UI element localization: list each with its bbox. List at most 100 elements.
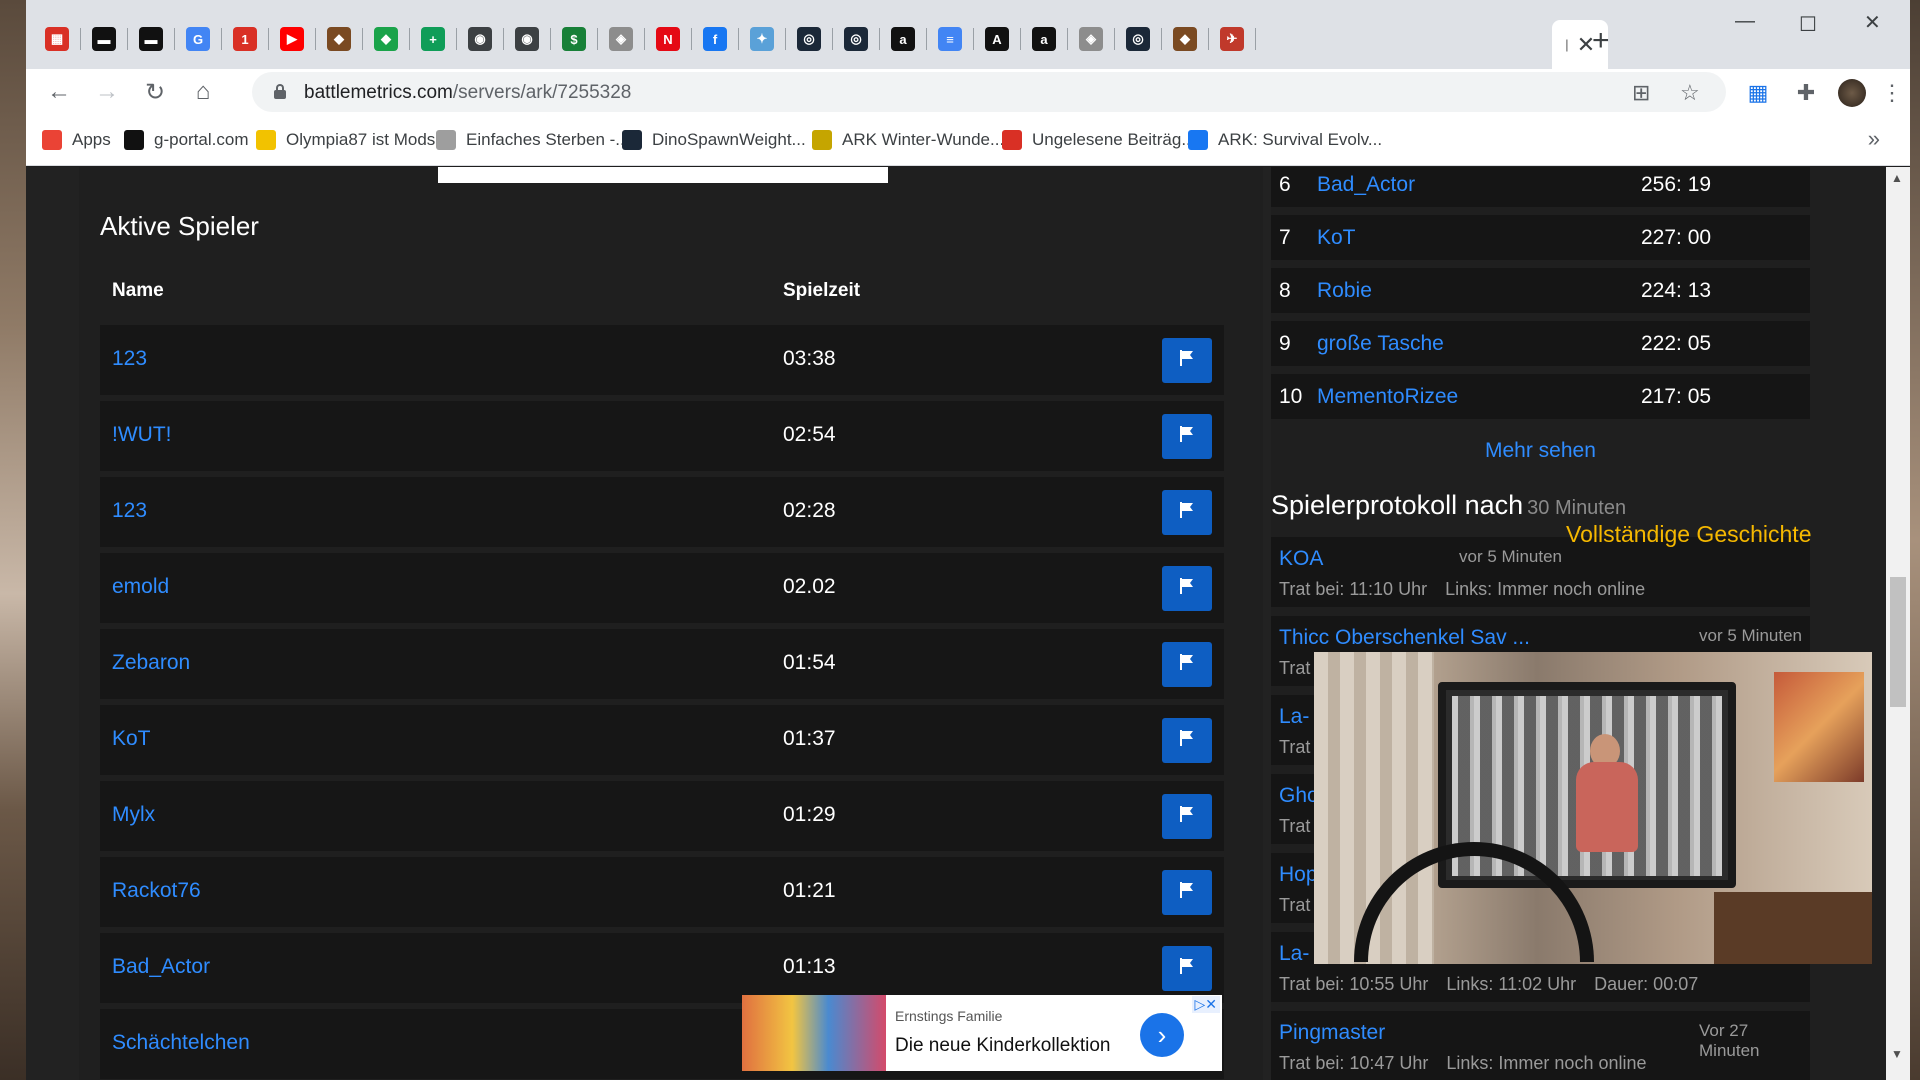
browser-tab[interactable]: ▶	[269, 20, 315, 58]
log-player-name-link[interactable]: Pingmaster	[1279, 1021, 1385, 1045]
browser-tab[interactable]: $	[551, 20, 597, 58]
browser-tab[interactable]: +	[410, 20, 456, 58]
top-player-name-link[interactable]: Robie	[1317, 279, 1372, 303]
browser-tab[interactable]: a	[880, 20, 926, 58]
bookmarks-overflow-icon[interactable]: »	[1868, 126, 1880, 152]
report-flag-button[interactable]	[1162, 794, 1212, 839]
extension-grid-icon[interactable]: ▦	[1744, 79, 1772, 107]
browser-tab[interactable]: ◆	[363, 20, 409, 58]
log-details: Trat bei: 10:47 Uhr Links: Immer noch onl…	[1279, 1053, 1665, 1074]
top-player-name-link[interactable]: große Tasche	[1317, 332, 1444, 356]
report-flag-button[interactable]	[1162, 870, 1212, 915]
report-flag-button[interactable]	[1162, 642, 1212, 687]
browser-tab[interactable]: ▬	[128, 20, 174, 58]
log-player-name-link[interactable]: La-	[1279, 942, 1309, 966]
player-name-link[interactable]: 123	[112, 499, 147, 523]
player-name-link[interactable]: Schächtelchen	[112, 1031, 250, 1055]
maximize-icon[interactable]: ☐	[1799, 12, 1817, 37]
browser-tab[interactable]: A	[974, 20, 1020, 58]
trophy-icon	[256, 130, 276, 150]
browser-tab[interactable]: ◎	[1115, 20, 1161, 58]
browser-tab[interactable]: ◆	[316, 20, 362, 58]
log-player-name-link[interactable]: La-	[1279, 705, 1309, 729]
menu-kebab-icon[interactable]: ⋮	[1878, 79, 1906, 107]
browser-tab[interactable]: ◎	[786, 20, 832, 58]
browser-tab[interactable]: a	[1021, 20, 1067, 58]
player-name-link[interactable]: !WUT!	[112, 423, 171, 447]
log-player-name-link[interactable]: KOA	[1279, 547, 1323, 571]
gportal-icon	[124, 130, 144, 150]
bookmark-item[interactable]: DinoSpawnWeight...	[622, 130, 806, 150]
browser-tab[interactable]: ◆	[1162, 20, 1208, 58]
close-window-icon[interactable]: ✕	[1864, 10, 1881, 35]
bookmark-item[interactable]: ARK: Survival Evolv...	[1188, 130, 1382, 150]
player-name-link[interactable]: Rackot76	[112, 879, 201, 903]
browser-tab[interactable]: ✦	[739, 20, 785, 58]
top-player-name-link[interactable]: Bad_Actor	[1317, 173, 1415, 197]
player-name-link[interactable]: emold	[112, 575, 169, 599]
log-player-name-link[interactable]: Gho	[1279, 784, 1319, 808]
profile-avatar[interactable]	[1838, 79, 1866, 107]
url-text[interactable]: battlemetrics.com/servers/ark/7255328	[304, 82, 631, 104]
ad-close-icon[interactable]: ▷✕	[1191, 996, 1220, 1013]
bookmark-item[interactable]: Apps	[42, 130, 111, 150]
bookmark-item[interactable]: Einfaches Sterben -...	[436, 130, 629, 150]
browser-tab[interactable]: ▦	[34, 20, 80, 58]
report-flag-button[interactable]	[1162, 718, 1212, 763]
bookmark-star-icon[interactable]: ☆	[1680, 80, 1700, 106]
full-history-link[interactable]: Vollständige Geschichte	[1566, 521, 1812, 548]
translate-icon[interactable]: ⊞	[1632, 80, 1650, 106]
see-more-link[interactable]: Mehr sehen	[1485, 439, 1596, 463]
browser-tab[interactable]: ◎	[833, 20, 879, 58]
scroll-down-icon[interactable]: ▼	[1891, 1047, 1903, 1061]
report-flag-button[interactable]	[1162, 490, 1212, 535]
browser-tab[interactable]: ◉	[504, 20, 550, 58]
bookmark-item[interactable]: Olympia87 ist Mods	[256, 130, 435, 150]
new-tab-button[interactable]: +	[1592, 24, 1610, 58]
player-name-link[interactable]: Zebaron	[112, 651, 190, 675]
minimize-icon[interactable]: —	[1735, 10, 1755, 33]
browser-tab[interactable]: ✈	[1209, 20, 1255, 58]
bookmark-item[interactable]: Ungelesene Beiträg...	[1002, 130, 1196, 150]
top-player-name-link[interactable]: MementoRizee	[1317, 385, 1458, 409]
browser-tab[interactable]: ≡	[927, 20, 973, 58]
home-icon[interactable]: ⌂	[188, 77, 218, 107]
extensions-puzzle-icon[interactable]: ✚	[1792, 79, 1820, 107]
top-player-name-link[interactable]: KoT	[1317, 226, 1356, 250]
top-player-row: 8 Robie 224: 13	[1271, 268, 1810, 313]
browser-tab[interactable]: 1	[222, 20, 268, 58]
scroll-up-icon[interactable]: ▲	[1891, 171, 1903, 185]
bookmark-item[interactable]: ARK Winter-Wunde...	[812, 130, 1004, 150]
reload-icon[interactable]: ↻	[140, 77, 170, 107]
scrollbar-thumb[interactable]	[1890, 577, 1906, 707]
ad-arrow-icon[interactable]: ›	[1140, 1013, 1184, 1057]
log-player-name-link[interactable]: Thicc Oberschenkel Sav ...	[1279, 626, 1530, 650]
browser-tab[interactable]: ◈	[598, 20, 644, 58]
browser-tab[interactable]: f	[692, 20, 738, 58]
address-bar[interactable]: battlemetrics.com/servers/ark/7255328 ⊞ …	[252, 72, 1726, 112]
bookmark-item[interactable]: g-portal.com	[124, 130, 248, 150]
report-flag-button[interactable]	[1162, 566, 1212, 611]
ad-banner[interactable]: Ernstings Familie Die neue Kinderkollekt…	[742, 995, 1222, 1071]
browser-tab[interactable]: ◈	[1068, 20, 1114, 58]
player-name-link[interactable]: Mylx	[112, 803, 155, 827]
log-time-ago: vor 5 Minuten	[1459, 547, 1562, 566]
browser-tab[interactable]: ▬	[81, 20, 127, 58]
page-scrollbar[interactable]: ▲ ▼	[1886, 167, 1910, 1080]
video-ad-overlay[interactable]	[1314, 652, 1872, 964]
bird-icon: ✦	[750, 27, 774, 51]
table-row: 123 03:38	[100, 325, 1224, 395]
player-name-link[interactable]: 123	[112, 347, 147, 371]
log-player-name-link[interactable]: Hop	[1279, 863, 1318, 887]
browser-tab[interactable]: G	[175, 20, 221, 58]
report-flag-button[interactable]	[1162, 946, 1212, 991]
browser-tab[interactable]: N	[645, 20, 691, 58]
back-icon[interactable]: ←	[44, 77, 74, 107]
player-name-link[interactable]: Bad_Actor	[112, 955, 210, 979]
report-flag-button[interactable]	[1162, 338, 1212, 383]
report-flag-button[interactable]	[1162, 414, 1212, 459]
shield-icon: ◈	[1079, 27, 1103, 51]
forward-icon[interactable]: →	[92, 77, 122, 107]
browser-tab[interactable]: ◉	[457, 20, 503, 58]
player-name-link[interactable]: KoT	[112, 727, 151, 751]
